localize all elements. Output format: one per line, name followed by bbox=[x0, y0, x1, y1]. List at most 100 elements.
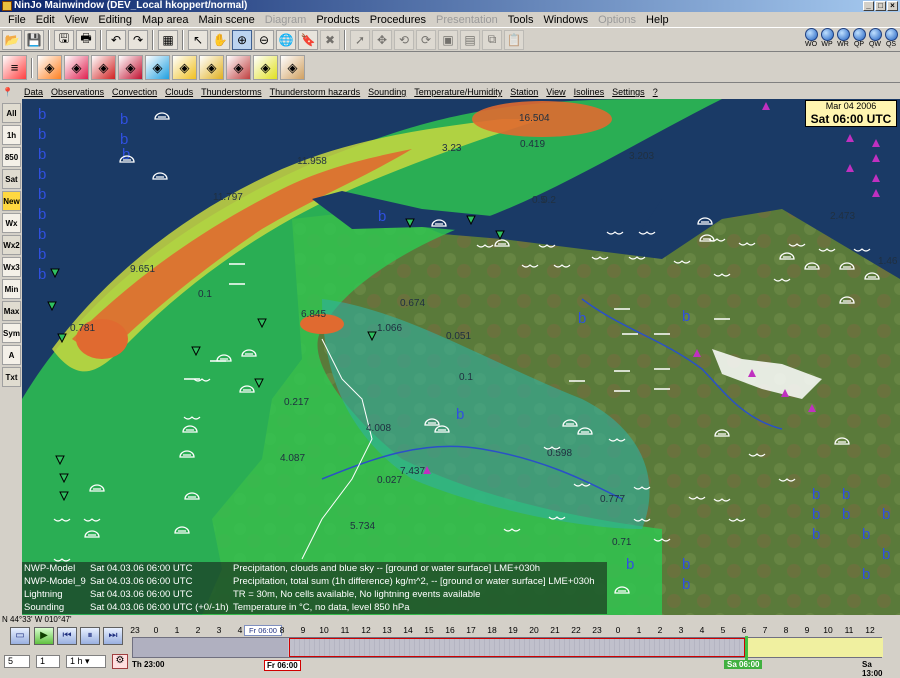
sidebar-button-new[interactable]: New bbox=[2, 191, 21, 211]
menu-windows[interactable]: Windows bbox=[538, 14, 593, 26]
copy-icon[interactable]: ⧉ bbox=[482, 29, 502, 50]
layer-menu-thunderstorms[interactable]: Thunderstorms bbox=[197, 87, 266, 97]
pointer-icon[interactable]: ↖ bbox=[188, 29, 208, 50]
sidebar-button-min[interactable]: Min bbox=[2, 279, 21, 299]
layout-a-icon[interactable]: ▣ bbox=[438, 29, 458, 50]
paste-icon[interactable]: 📋 bbox=[504, 29, 524, 50]
menu-view[interactable]: View bbox=[60, 14, 94, 26]
stop-button[interactable]: ▭ bbox=[10, 627, 30, 645]
menu-edit[interactable]: Edit bbox=[31, 14, 60, 26]
layer-menu-convection[interactable]: Convection bbox=[108, 87, 161, 97]
settings-gear-icon[interactable]: ⚙ bbox=[112, 654, 128, 669]
layer-stack-icon[interactable]: ≡ bbox=[2, 55, 27, 80]
zoom-out-icon[interactable]: ⊖ bbox=[254, 29, 274, 50]
timeline-track[interactable] bbox=[132, 636, 883, 661]
menu-main-scene[interactable]: Main scene bbox=[193, 14, 259, 26]
zoom-view-label: QS bbox=[885, 41, 897, 48]
undo-icon[interactable]: ↶ bbox=[106, 29, 126, 50]
menu-map-area[interactable]: Map area bbox=[137, 14, 193, 26]
layer-menu-thunderstorm-hazards[interactable]: Thunderstorm hazards bbox=[266, 87, 365, 97]
layer-menu-sounding[interactable]: Sounding bbox=[364, 87, 410, 97]
zoom-view-wr[interactable]: WR bbox=[836, 28, 850, 48]
sidebar-button-txt[interactable]: Txt bbox=[2, 367, 21, 387]
close-button[interactable]: × bbox=[887, 1, 898, 11]
forward-button[interactable]: ⏭ bbox=[103, 627, 123, 645]
layer-menu-clouds[interactable]: Clouds bbox=[161, 87, 197, 97]
layer-3-icon[interactable]: ◈ bbox=[91, 55, 116, 80]
sidebar-button-wx2[interactable]: Wx2 bbox=[2, 235, 21, 255]
layer-menu-view[interactable]: View bbox=[542, 87, 569, 97]
maximize-button[interactable]: □ bbox=[875, 1, 886, 11]
sidebar-button-1h[interactable]: 1h bbox=[2, 125, 21, 145]
pin-icon[interactable]: 📍 bbox=[2, 87, 20, 98]
sidebar-button-all[interactable]: All bbox=[2, 103, 21, 123]
play-button[interactable]: ▶ bbox=[34, 627, 54, 645]
save-as-icon[interactable]: 🖫 bbox=[54, 29, 74, 50]
open-icon[interactable]: 📂 bbox=[2, 29, 22, 50]
sidebar-button-sat[interactable]: Sat bbox=[2, 169, 21, 189]
layout-b-icon[interactable]: ▤ bbox=[460, 29, 480, 50]
layer-1-icon[interactable]: ◈ bbox=[37, 55, 62, 80]
sidebar-button-a[interactable]: A bbox=[2, 345, 21, 365]
menu-tools[interactable]: Tools bbox=[503, 14, 539, 26]
layer-menu-isolines[interactable]: Isolines bbox=[570, 87, 609, 97]
redo-tool-icon[interactable]: ⟳ bbox=[416, 29, 436, 50]
interval-select[interactable]: 1 h ▾ bbox=[66, 655, 106, 668]
menu-editing[interactable]: Editing bbox=[93, 14, 137, 26]
layer-5-icon[interactable]: ◈ bbox=[145, 55, 170, 80]
layer-6-icon[interactable]: ◈ bbox=[172, 55, 197, 80]
layer-menu-temperature-humidity[interactable]: Temperature/Humidity bbox=[410, 87, 506, 97]
layer-menu-station[interactable]: Station bbox=[506, 87, 542, 97]
sidebar-button-max[interactable]: Max bbox=[2, 301, 21, 321]
sidebar-button-wx[interactable]: Wx bbox=[2, 213, 21, 233]
menu-options[interactable]: Options bbox=[593, 14, 641, 26]
layer-menu--[interactable]: ? bbox=[649, 87, 662, 97]
scene-icon[interactable]: ▦ bbox=[158, 29, 178, 50]
layer-menu-settings[interactable]: Settings bbox=[608, 87, 649, 97]
map-view[interactable]: 16.504 11.958 3.23 0.419 3.203 11.797 9.651 0.5… bbox=[22, 99, 900, 615]
layer-8-icon[interactable]: ◈ bbox=[226, 55, 251, 80]
layer-7-icon[interactable]: ◈ bbox=[199, 55, 224, 80]
rewind-button[interactable]: ⏮ bbox=[57, 627, 77, 645]
zoom-in-icon[interactable]: ⊕ bbox=[232, 29, 252, 50]
sidebar-button-850[interactable]: 850 bbox=[2, 147, 21, 167]
bookmark-icon[interactable]: 🔖 bbox=[298, 29, 318, 50]
menu-diagram[interactable]: Diagram bbox=[260, 14, 312, 26]
zoom-view-qw[interactable]: QW bbox=[868, 28, 882, 48]
menu-file[interactable]: File bbox=[3, 14, 31, 26]
globe-icon[interactable]: 🌐 bbox=[276, 29, 296, 50]
undo-tool-icon[interactable]: ⟲ bbox=[394, 29, 414, 50]
pause-button[interactable]: ⏸ bbox=[80, 627, 100, 645]
menu-products[interactable]: Products bbox=[311, 14, 364, 26]
layer-10-icon[interactable]: ◈ bbox=[280, 55, 305, 80]
redo-icon[interactable]: ↷ bbox=[128, 29, 148, 50]
move-tool-icon[interactable]: ✥ bbox=[372, 29, 392, 50]
layer-4-icon[interactable]: ◈ bbox=[118, 55, 143, 80]
menu-procedures[interactable]: Procedures bbox=[365, 14, 431, 26]
step2-spinner[interactable]: 1 bbox=[36, 655, 60, 668]
menu-help[interactable]: Help bbox=[641, 14, 674, 26]
sidebar-button-sym[interactable]: Sym bbox=[2, 323, 21, 343]
zoom-view-qp[interactable]: QP bbox=[852, 28, 866, 48]
layer-2-icon[interactable]: ◈ bbox=[64, 55, 89, 80]
wind-symbol: b bbox=[862, 526, 870, 543]
arrow-tool-icon[interactable]: ➚ bbox=[350, 29, 370, 50]
layer-menu-data[interactable]: Data bbox=[20, 87, 47, 97]
zoom-view-qs[interactable]: QS bbox=[884, 28, 898, 48]
weather-map[interactable]: 16.504 11.958 3.23 0.419 3.203 11.797 9.651 0.5… bbox=[22, 99, 900, 615]
layer-menu-observations[interactable]: Observations bbox=[47, 87, 108, 97]
zoom-view-wo[interactable]: WO bbox=[804, 28, 818, 48]
save-icon[interactable]: 💾 bbox=[24, 29, 44, 50]
hand-pan-icon[interactable]: ✋ bbox=[210, 29, 230, 50]
tools-cross-icon[interactable]: ✖ bbox=[320, 29, 340, 50]
zoom-view-wp[interactable]: WP bbox=[820, 28, 834, 48]
wind-symbol: b bbox=[456, 406, 464, 423]
sidebar-button-wx3[interactable]: Wx3 bbox=[2, 257, 21, 277]
menu-presentation[interactable]: Presentation bbox=[431, 14, 503, 26]
minimize-button[interactable]: _ bbox=[863, 1, 874, 11]
print-icon[interactable]: 🖶 bbox=[76, 29, 96, 50]
layer-9-icon[interactable]: ◈ bbox=[253, 55, 278, 80]
timeline-selection[interactable] bbox=[289, 638, 745, 657]
timeline-current-marker[interactable] bbox=[745, 636, 748, 661]
step-spinner[interactable]: 5 bbox=[4, 655, 30, 668]
